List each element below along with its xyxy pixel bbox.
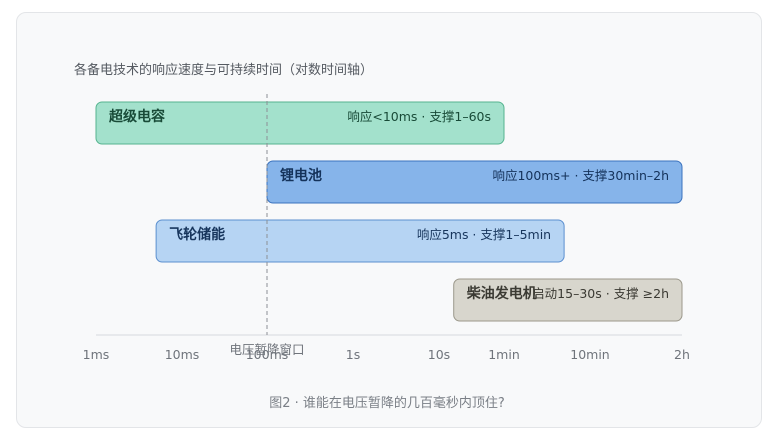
x-tick-label-3: 1s	[346, 347, 360, 362]
x-tick-label-5: 1min	[488, 347, 520, 362]
bar-note-2: 响应5ms · 支撑1–5min	[417, 227, 551, 242]
chart-svg: 超级电容 响应<10ms · 支撑1–60s 锂电池 响应100ms+ · 支撑30m…	[83, 94, 690, 362]
bar-label-3: 柴油发电机	[466, 285, 537, 302]
figure-caption: 图2 · 谁能在电压暂降的几百毫秒内顶住?	[269, 396, 505, 411]
x-tick-label-6: 10min	[570, 347, 609, 362]
bar-label-0: 超级电容	[108, 108, 165, 125]
bar-label-1: 锂电池	[280, 167, 322, 184]
x-tick-label-1: 10ms	[165, 347, 200, 362]
bar-note-0: 响应<10ms · 支撑1–60s	[347, 109, 491, 124]
bar-label-2: 飞轮储能	[169, 226, 225, 243]
bar-note-3: 启动15–30s · 支撑 ≥2h	[532, 286, 669, 301]
x-tick-label-7: 2h	[674, 347, 690, 362]
sag-window-label: 电压暂降窗口	[229, 342, 304, 357]
x-tick-label-0: 1ms	[83, 347, 110, 362]
x-tick-label-4: 10s	[428, 347, 450, 362]
bar-note-1: 响应100ms+ · 支撑30min–2h	[492, 168, 669, 183]
